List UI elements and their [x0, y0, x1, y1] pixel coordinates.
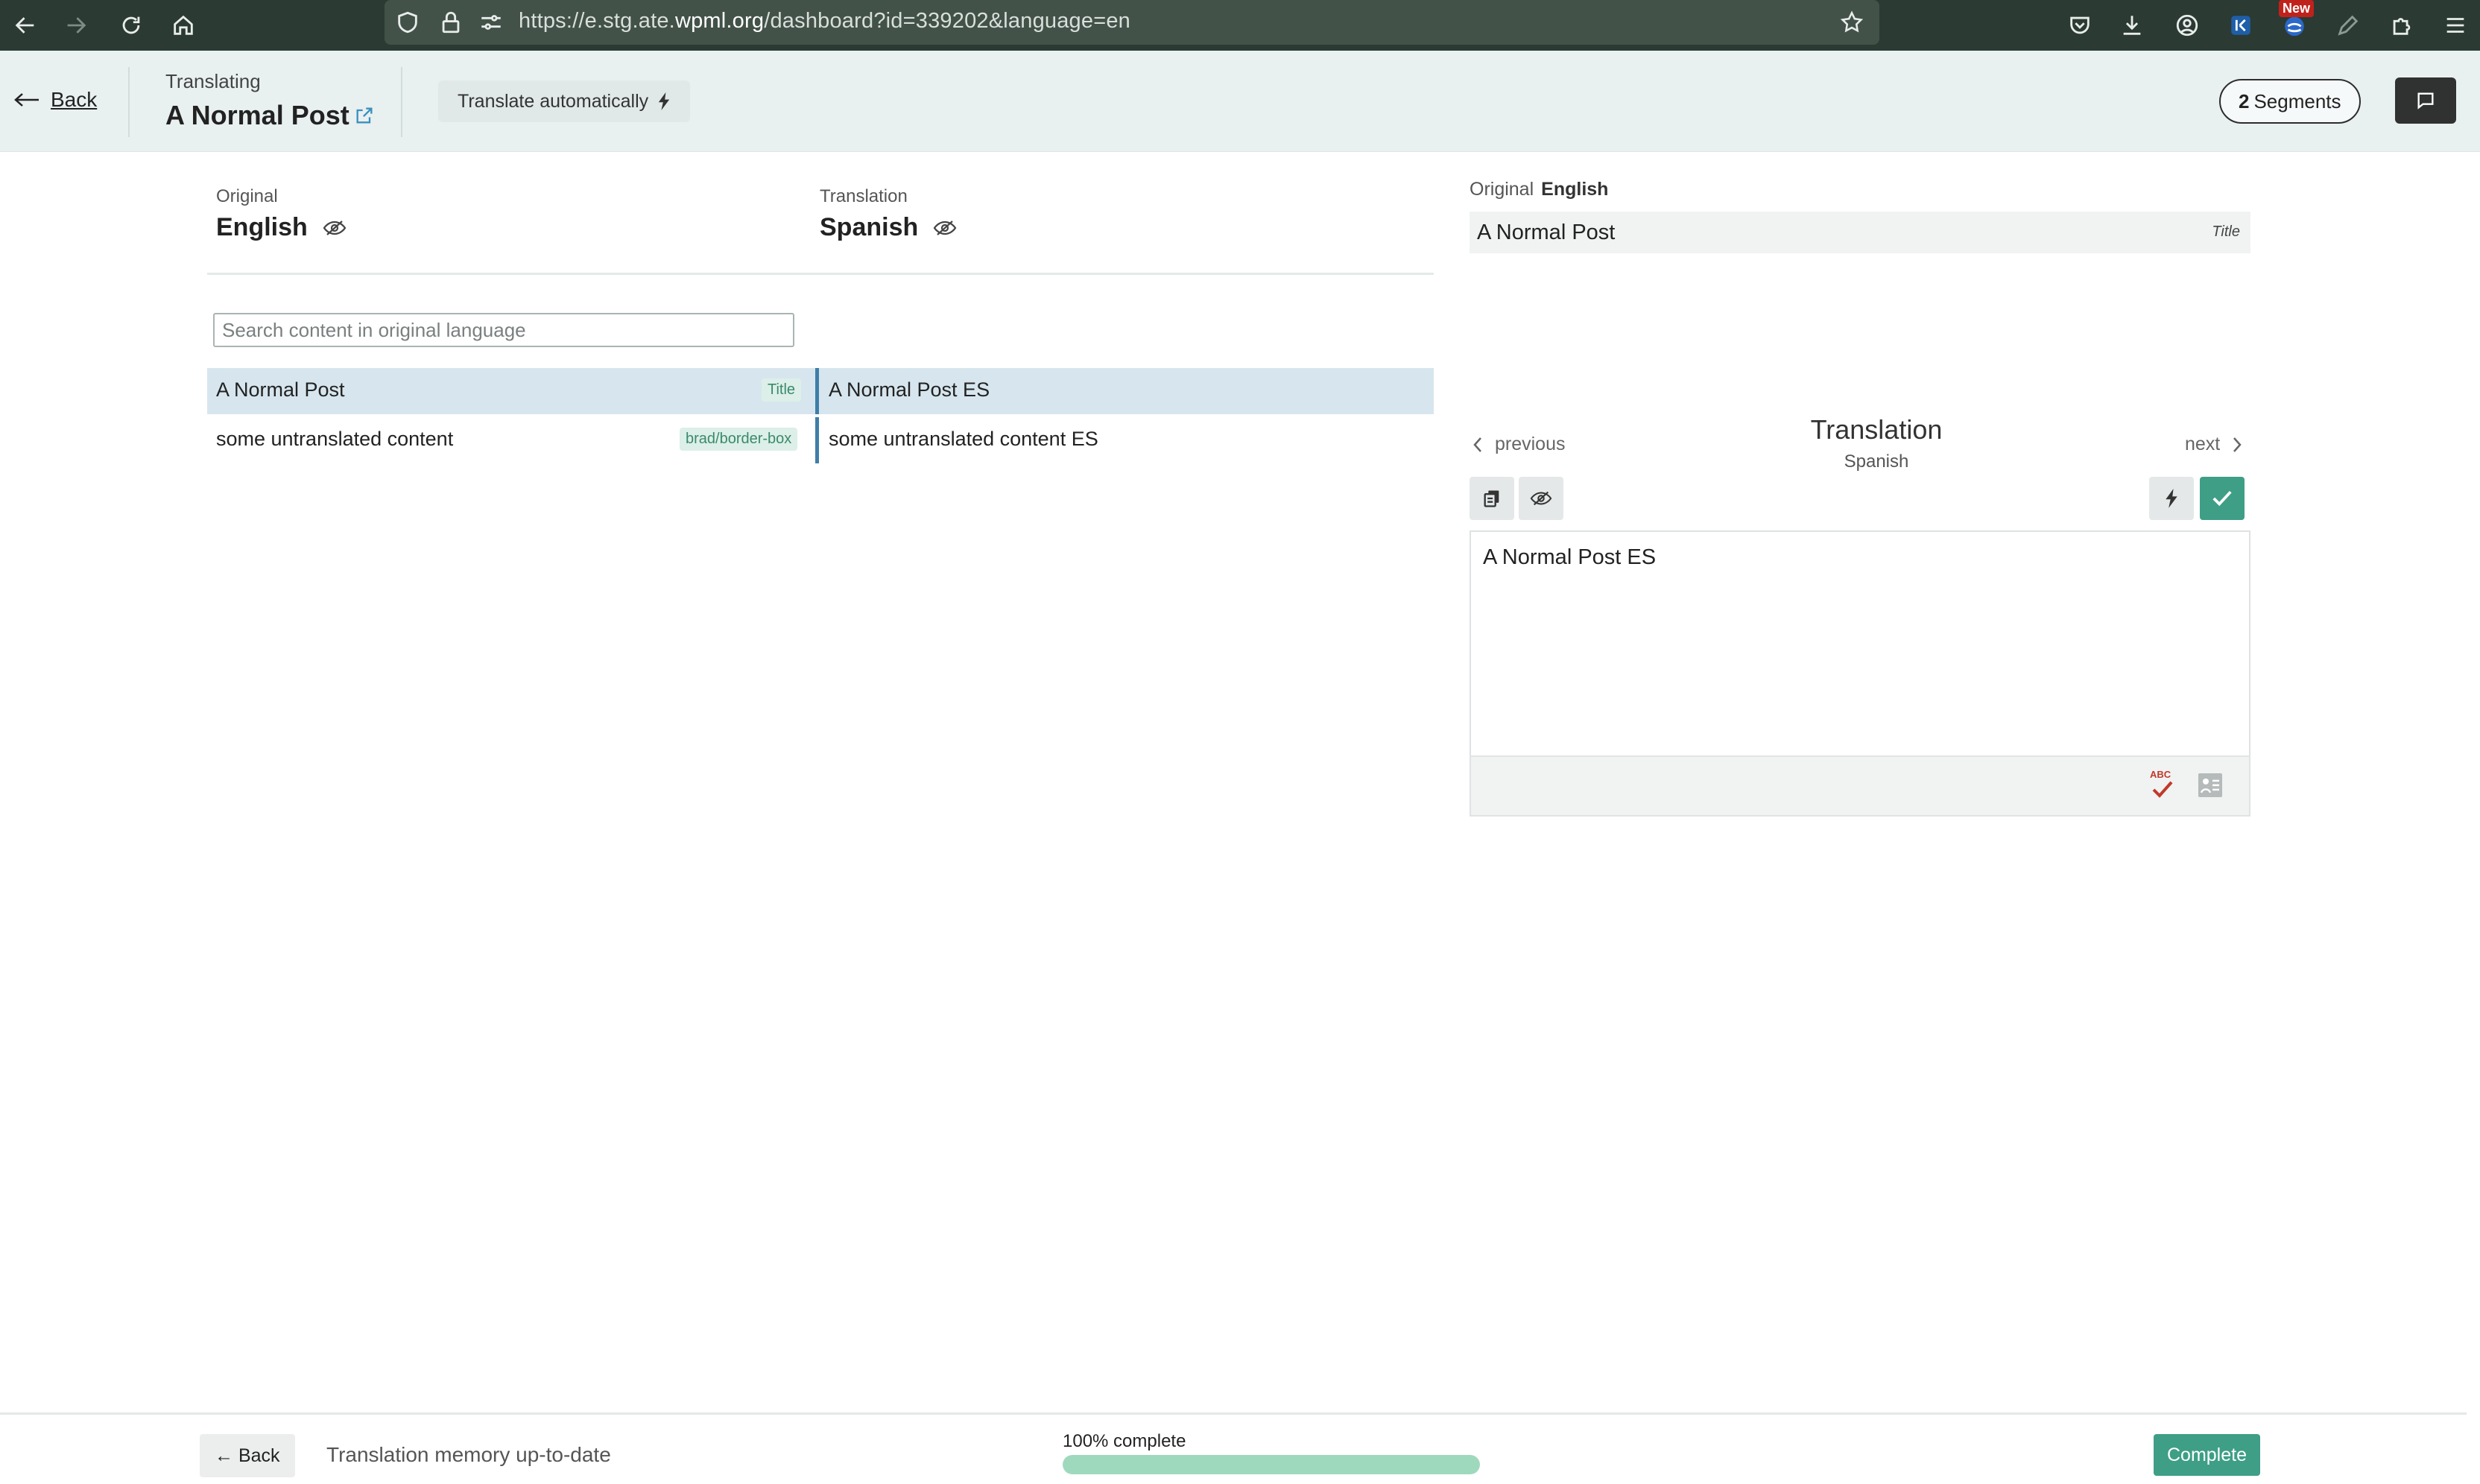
post-title-text: A Normal Post — [165, 100, 349, 130]
segment-original: some untranslated content — [216, 428, 454, 450]
segment-tag: Title — [762, 378, 802, 402]
editor-footer: ABC — [1471, 755, 2249, 815]
translate-automatically-label: Translate automatically — [458, 90, 649, 112]
header-divider — [128, 67, 130, 137]
segment-row[interactable]: A Normal Post Title A Normal Post ES — [207, 368, 1434, 414]
translate-automatically-button[interactable]: Translate automatically — [438, 80, 691, 122]
segment-translation[interactable]: A Normal Post ES — [829, 378, 990, 402]
new-badge: New — [2279, 0, 2315, 17]
editor-subtitle: Spanish — [1844, 451, 1909, 472]
url-text[interactable]: https://e.stg.ate.wpml.org/dashboard?id=… — [519, 9, 1130, 34]
reload-icon[interactable] — [110, 4, 152, 46]
extensions-puzzle-icon[interactable] — [2383, 7, 2420, 44]
copy-icon — [1484, 490, 1499, 507]
address-bar[interactable]: https://e.stg.ate.wpml.org/dashboard?id=… — [385, 0, 1879, 45]
footer-back-button[interactable]: ← Back — [200, 1434, 295, 1477]
browser-toolbar: https://e.stg.ate.wpml.org/dashboard?id=… — [0, 0, 2480, 51]
complete-button[interactable]: Complete — [2154, 1434, 2260, 1476]
comment-icon — [2417, 92, 2434, 110]
pen-icon[interactable] — [2329, 7, 2367, 44]
progress-label: 100% complete — [1063, 1431, 1186, 1451]
external-link-icon[interactable] — [354, 105, 375, 126]
toggle-visibility-button[interactable] — [1519, 477, 1563, 520]
translation-editor[interactable]: A Normal Post ES ABC — [1470, 530, 2250, 816]
header-back-link[interactable]: Back — [13, 88, 97, 112]
segment-divider — [815, 368, 819, 414]
svg-text:ABC: ABC — [2150, 769, 2171, 780]
app-header: Back Translating A Normal Post Translate… — [0, 51, 2480, 152]
segment-original: A Normal Post — [216, 378, 345, 401]
copy-original-button[interactable] — [1470, 477, 1514, 520]
segment-tag: brad/border-box — [680, 428, 798, 451]
segments-label: Segments — [2253, 89, 2341, 112]
divider — [207, 273, 1434, 275]
segments-count-button[interactable]: 2 Segments — [2219, 79, 2361, 124]
translating-label: Translating — [165, 70, 261, 92]
editor-original-text-box: A Normal Post Title — [1470, 212, 2250, 253]
segment-row[interactable]: some untranslated content brad/border-bo… — [207, 417, 1434, 463]
chevron-right-icon — [2233, 437, 2242, 452]
segments-count: 2 — [2239, 89, 2250, 112]
editor-original-label: Original — [1470, 179, 1534, 200]
translation-language-label: Translation — [820, 186, 908, 206]
shield-icon[interactable] — [395, 10, 420, 35]
translation-language: Spanish — [820, 213, 957, 242]
lock-icon[interactable] — [438, 10, 464, 35]
eye-hidden-icon[interactable] — [933, 219, 957, 237]
translation-editor-text[interactable]: A Normal Post ES — [1483, 545, 1656, 570]
editor-original-tag: Title — [2212, 223, 2240, 240]
progress-bar — [1063, 1455, 1480, 1474]
original-language: English — [216, 213, 347, 242]
lightning-icon — [2166, 489, 2177, 508]
extension-icon[interactable] — [2222, 7, 2259, 44]
original-language-name: English — [216, 213, 308, 241]
post-title: A Normal Post — [165, 100, 375, 131]
arrow-left-icon — [14, 93, 39, 107]
home-icon[interactable] — [162, 4, 204, 46]
comment-button[interactable] — [2395, 77, 2456, 124]
site-settings-icon[interactable] — [478, 10, 504, 35]
previous-label: previous — [1495, 434, 1566, 454]
editor-original-language: English — [1541, 179, 1609, 200]
segment-translation[interactable]: some untranslated content ES — [829, 428, 1098, 451]
next-label: next — [2185, 434, 2221, 454]
next-segment-button[interactable]: next — [2185, 434, 2242, 455]
header-divider — [401, 67, 402, 137]
chevron-left-icon — [1473, 437, 1481, 452]
progress-bar-fill — [1063, 1455, 1480, 1474]
check-icon — [2212, 490, 2232, 507]
back-label[interactable]: Back — [51, 88, 97, 112]
translation-language-name: Spanish — [820, 213, 919, 241]
previous-segment-button[interactable]: previous — [1472, 434, 1566, 455]
footer-bar: ← Back Translation memory up-to-date 100… — [0, 1412, 2467, 1484]
segment-divider — [815, 417, 819, 463]
account-icon[interactable] — [2169, 7, 2206, 44]
translation-memory-status: Translation memory up-to-date — [326, 1443, 611, 1466]
lightning-icon — [658, 92, 670, 110]
eye-hidden-icon — [1530, 491, 1552, 506]
confirm-translation-button[interactable] — [2200, 477, 2245, 520]
download-icon[interactable] — [2113, 7, 2151, 44]
editor-title: Translation — [1810, 414, 1943, 445]
forward-icon[interactable] — [55, 4, 97, 46]
eye-hidden-icon[interactable] — [323, 219, 347, 237]
search-input[interactable] — [213, 313, 794, 347]
glossary-icon[interactable] — [2197, 772, 2224, 799]
auto-translate-segment-button[interactable] — [2149, 477, 2194, 520]
editor-original-heading: Original English — [1470, 179, 1608, 200]
bookmark-star-icon[interactable] — [1839, 10, 1864, 35]
pocket-icon[interactable] — [2061, 7, 2098, 44]
editor-original-text: A Normal Post — [1477, 221, 1616, 244]
original-language-label: Original — [216, 186, 278, 206]
spellcheck-icon[interactable]: ABC — [2148, 767, 2177, 803]
menu-icon[interactable] — [2437, 7, 2474, 44]
back-icon[interactable] — [4, 4, 46, 46]
